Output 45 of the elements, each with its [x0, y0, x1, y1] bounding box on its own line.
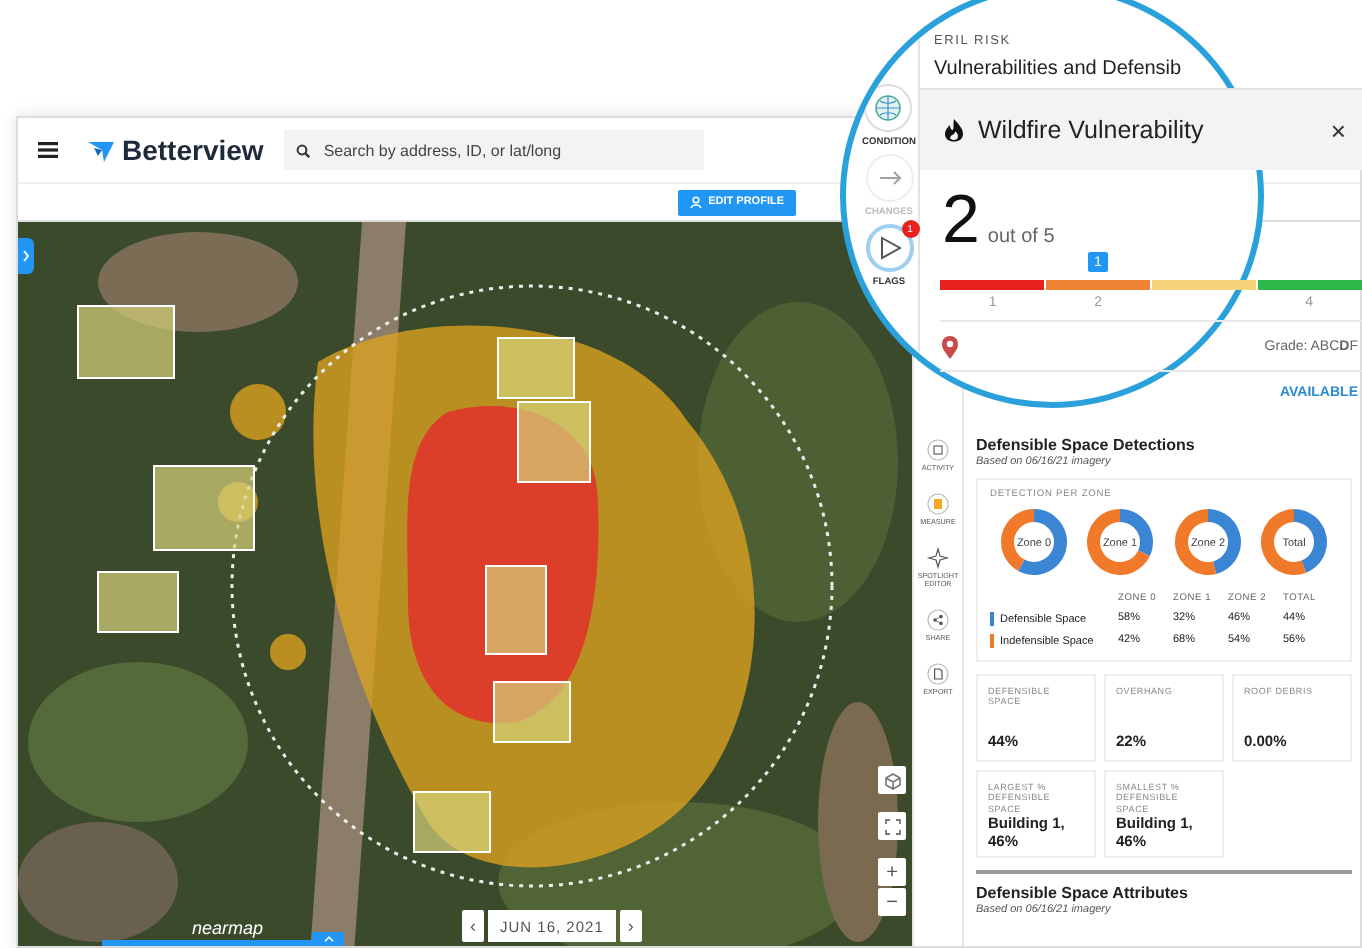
- person-icon: [690, 196, 703, 208]
- document-icon: [926, 661, 950, 686]
- building-outline: [497, 337, 575, 399]
- fullscreen-button[interactable]: [878, 812, 906, 840]
- zoom-out-button[interactable]: −: [878, 888, 906, 916]
- zoom-in-button[interactable]: +: [878, 858, 906, 886]
- building-outline: [77, 305, 175, 379]
- cube-icon: [883, 771, 901, 789]
- next-date-button[interactable]: ›: [619, 910, 642, 942]
- drawer-toggle[interactable]: [18, 238, 34, 274]
- search-bar[interactable]: Search by address, ID, or lat/long: [283, 130, 704, 170]
- chevron-icon: [22, 250, 30, 262]
- map-pin-icon: [940, 333, 960, 359]
- expand-icon: [883, 817, 901, 835]
- tree-overlay: [270, 634, 306, 670]
- score-note: out of 5: [987, 226, 1055, 248]
- building-outline: [493, 681, 571, 743]
- flame-icon: [944, 118, 964, 142]
- logo-icon: [86, 137, 116, 163]
- caret-icon: [323, 936, 333, 942]
- building-outline: [413, 791, 491, 853]
- tree-overlay: [230, 384, 286, 440]
- menu-icon: [38, 142, 58, 158]
- panel-title: Vulnerabilities and Defensib: [934, 58, 1184, 80]
- search-icon: [295, 143, 310, 157]
- section-title: Defensible Space Detections: [976, 436, 1197, 454]
- globe-icon: [872, 92, 905, 124]
- building-outline: [153, 465, 255, 551]
- building-outline: [485, 565, 547, 655]
- card-title: Wildfire Vulnerability: [978, 116, 1206, 144]
- map-attribution: nearmap: [192, 918, 264, 938]
- building-outline: [517, 401, 591, 483]
- building-outline: [97, 571, 179, 633]
- drawer-handle[interactable]: [312, 932, 344, 946]
- donut-slice: [1261, 509, 1307, 575]
- logo-text: Betterview: [122, 134, 264, 166]
- donut-slice: [1174, 509, 1216, 575]
- score-value: 2: [942, 190, 980, 250]
- sparkle-icon: [926, 545, 950, 570]
- section-title: Defensible Space Attributes: [976, 884, 1190, 902]
- layers-button[interactable]: [878, 766, 906, 794]
- share-icon: [926, 607, 950, 632]
- close-button[interactable]: ×: [1330, 115, 1346, 145]
- previous-date-button[interactable]: ‹: [462, 910, 484, 942]
- search-input[interactable]: Search by address, ID, or lat/long: [319, 139, 688, 161]
